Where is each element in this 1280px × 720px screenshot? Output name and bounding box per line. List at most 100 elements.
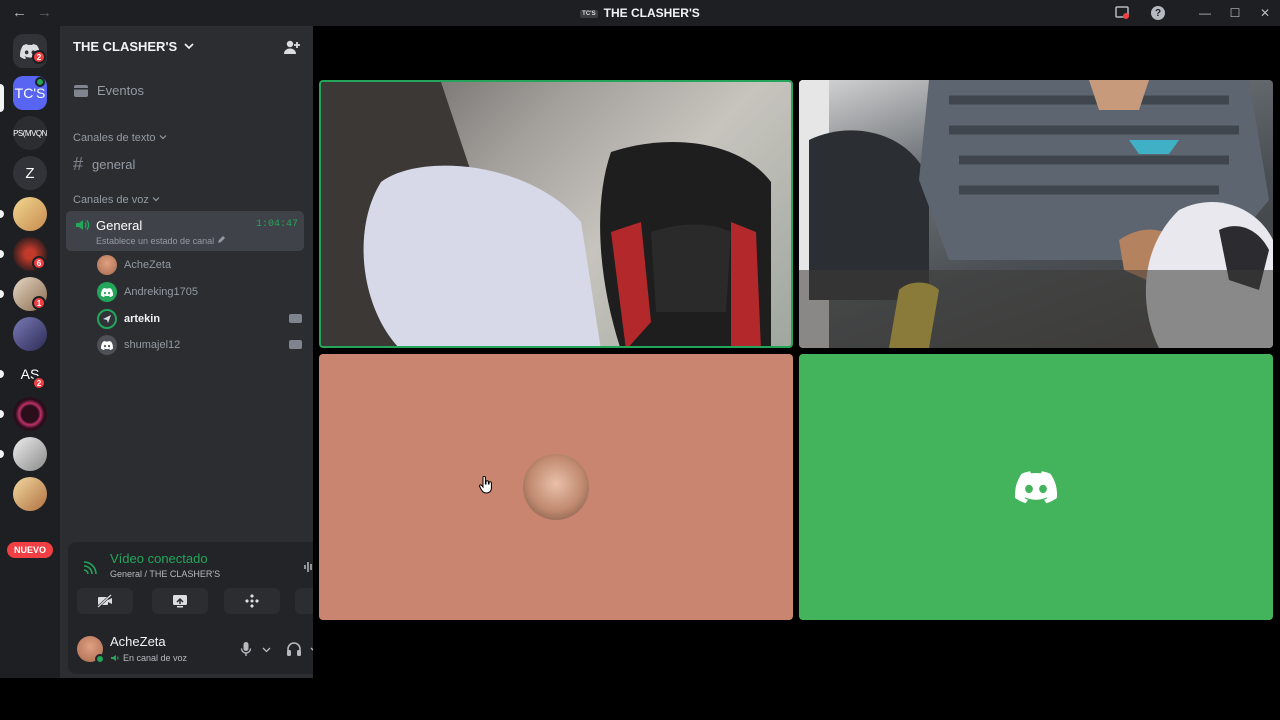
voice-user-shumajel12[interactable]: shumajel12 bbox=[97, 335, 302, 355]
window-title: TC'S THE CLASHER'S bbox=[0, 6, 1280, 20]
maximize-button[interactable]: ☐ bbox=[1220, 0, 1250, 26]
unread-pill bbox=[0, 450, 4, 458]
voice-user-achezeta[interactable]: AcheZeta bbox=[97, 255, 302, 275]
events-link[interactable]: Eventos bbox=[73, 83, 144, 98]
mention-badge: 1 bbox=[32, 296, 46, 310]
avatar bbox=[97, 335, 117, 355]
invite-people-icon[interactable] bbox=[283, 38, 301, 56]
voice-user-artekin[interactable]: artekin bbox=[97, 309, 302, 329]
speaker-icon bbox=[76, 220, 90, 230]
server-icon-cartoon[interactable] bbox=[13, 477, 47, 511]
voice-connected-subtitle[interactable]: General / THE CLASHER'S bbox=[110, 569, 220, 579]
voice-user-name: artekin bbox=[124, 313, 161, 325]
avatar bbox=[97, 309, 117, 329]
unread-badge: 2 bbox=[32, 50, 46, 64]
share-screen-button[interactable] bbox=[152, 588, 208, 614]
activities-button[interactable] bbox=[224, 588, 280, 614]
chevron-down-icon bbox=[262, 647, 271, 652]
headphones-icon bbox=[287, 642, 301, 656]
camera-icon bbox=[289, 340, 302, 349]
server-name: THE CLASHER'S bbox=[73, 39, 178, 54]
unread-pill bbox=[0, 250, 4, 258]
hashtag-icon: # bbox=[73, 154, 84, 174]
chevron-down-icon bbox=[152, 197, 160, 202]
voice-user-name: Andreking1705 bbox=[124, 286, 199, 298]
server-icon-anime[interactable] bbox=[13, 197, 47, 231]
speaker-icon bbox=[111, 655, 119, 661]
unread-pill bbox=[0, 210, 4, 218]
voice-active-indicator-icon bbox=[35, 77, 45, 87]
screen-share-icon bbox=[173, 595, 187, 608]
new-badge[interactable]: NUEVO bbox=[7, 542, 53, 558]
user-status: En canal de voz bbox=[123, 653, 188, 663]
microphone-button[interactable] bbox=[240, 640, 252, 658]
avatar bbox=[97, 282, 117, 302]
activities-icon bbox=[245, 594, 259, 608]
events-label: Eventos bbox=[97, 83, 144, 98]
channel-sidebar: THE CLASHER'S Eventos Canales de texto #… bbox=[60, 26, 366, 678]
camera-feed-chair-and-cat bbox=[321, 82, 771, 346]
mention-badge: 2 bbox=[32, 376, 46, 390]
microphone-icon bbox=[240, 642, 252, 656]
call-duration: 1:04:47 bbox=[255, 219, 298, 230]
mention-badge: 6 bbox=[32, 256, 46, 270]
window-title-text: THE CLASHER'S bbox=[603, 6, 700, 20]
text-channels-category[interactable]: Canales de texto bbox=[73, 132, 167, 144]
unread-pill bbox=[0, 370, 4, 378]
camera-icon bbox=[289, 314, 302, 323]
video-tile-speaking[interactable] bbox=[319, 80, 793, 348]
headphones-button[interactable] bbox=[286, 640, 302, 658]
server-header[interactable]: THE CLASHER'S bbox=[73, 39, 194, 54]
paper-plane-icon bbox=[103, 315, 111, 323]
minimize-button[interactable]: — bbox=[1190, 0, 1220, 26]
video-tile-andreking1705[interactable] bbox=[799, 354, 1273, 620]
camera-off-icon bbox=[97, 594, 112, 608]
toggle-camera-button[interactable] bbox=[77, 588, 133, 614]
camera-feed-person-and-cat bbox=[799, 80, 1273, 348]
discord-logo-icon bbox=[101, 287, 113, 297]
server-icon-ring[interactable] bbox=[13, 397, 47, 431]
calendar-icon bbox=[74, 85, 88, 97]
online-status-icon bbox=[95, 654, 105, 664]
discord-logo-icon bbox=[101, 340, 113, 350]
active-server-pill bbox=[0, 84, 4, 112]
server-icon-face[interactable] bbox=[13, 437, 47, 471]
voice-connected-title[interactable]: Vídeo conectado bbox=[110, 551, 208, 566]
avatar bbox=[97, 255, 117, 275]
close-button[interactable]: ✕ bbox=[1250, 0, 1280, 26]
title-bar: ← → TC'S THE CLASHER'S ? — ☐ ✕ bbox=[0, 0, 1280, 26]
voice-user-name: shumajel12 bbox=[124, 339, 181, 351]
voice-channel-general[interactable]: General 1:04:47 Establece un estado de c… bbox=[66, 211, 304, 251]
set-channel-status-link[interactable]: Establece un estado de canal bbox=[96, 236, 225, 246]
channel-status-label: Establece un estado de canal bbox=[96, 236, 215, 246]
unread-pill bbox=[0, 410, 4, 418]
server-icon-z[interactable]: Z bbox=[13, 156, 47, 190]
video-grid bbox=[313, 26, 1280, 678]
voice-user-andreking1705[interactable]: Andreking1705 bbox=[97, 282, 302, 302]
server-tag-icon: TC'S bbox=[580, 10, 598, 18]
bottom-bar bbox=[0, 678, 1280, 720]
participant-avatar bbox=[523, 454, 589, 520]
voice-channel-name: General bbox=[96, 218, 143, 233]
video-tile-achezeta[interactable] bbox=[319, 354, 793, 620]
server-list: 2 TC'S PS(MVQN Z 6 1 AS 2 NUEVO bbox=[0, 26, 60, 678]
inbox-icon[interactable] bbox=[1110, 3, 1134, 23]
voice-channels-category[interactable]: Canales de voz bbox=[73, 194, 160, 206]
connection-signal-icon bbox=[83, 561, 97, 575]
server-icon-psmvqn[interactable]: PS(MVQN bbox=[13, 116, 47, 150]
help-icon: ? bbox=[1151, 6, 1165, 20]
help-button[interactable]: ? bbox=[1146, 3, 1170, 23]
pencil-icon bbox=[217, 236, 225, 243]
channel-label: general bbox=[92, 157, 136, 172]
video-tile-person-with-cat[interactable] bbox=[799, 80, 1273, 348]
category-label: Canales de voz bbox=[73, 194, 149, 206]
server-icon-avatar[interactable] bbox=[13, 317, 47, 351]
discord-logo-icon bbox=[1015, 471, 1057, 503]
microphone-options-button[interactable] bbox=[262, 640, 271, 658]
channel-general[interactable]: # general bbox=[73, 154, 135, 175]
hand-cursor-icon bbox=[479, 476, 492, 494]
category-label: Canales de texto bbox=[73, 132, 156, 144]
user-name[interactable]: AcheZeta bbox=[110, 634, 166, 649]
voice-user-name: AcheZeta bbox=[124, 259, 172, 271]
chevron-down-icon bbox=[159, 135, 167, 140]
